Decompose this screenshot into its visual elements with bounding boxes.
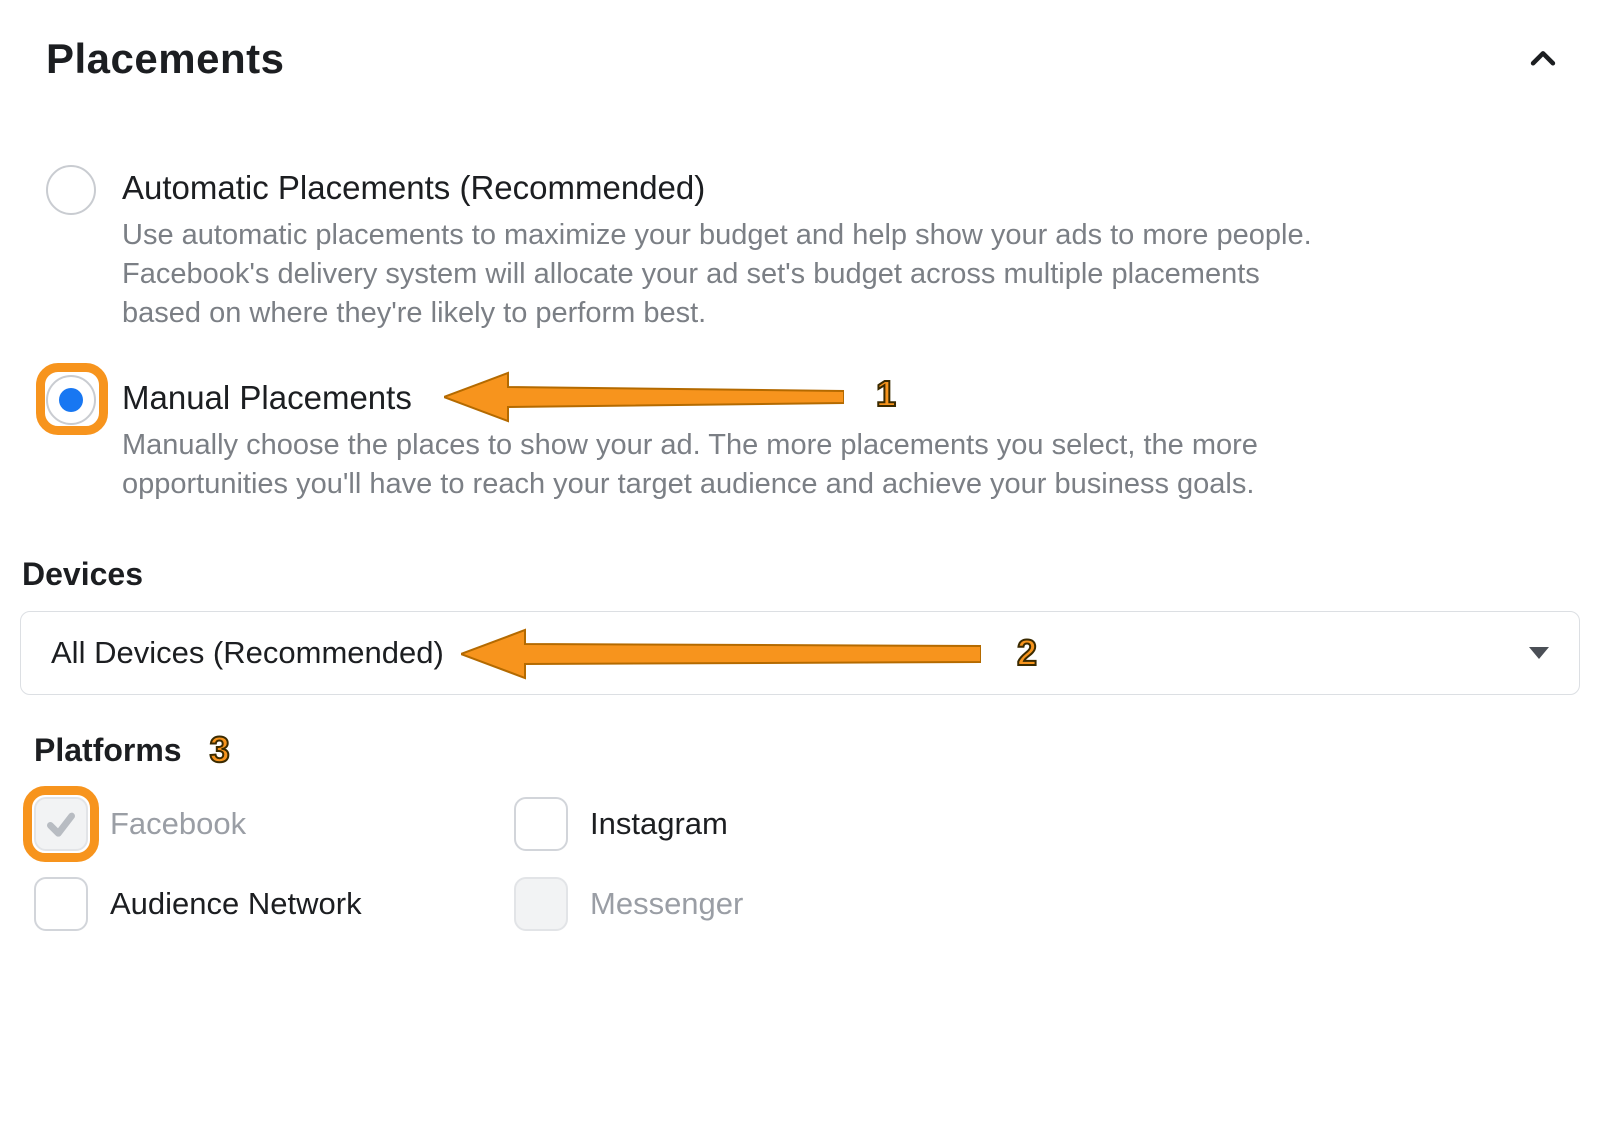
devices-dropdown[interactable]: All Devices (Recommended) 2 [20, 611, 1580, 695]
platform-messenger: Messenger [514, 877, 974, 931]
chevron-up-icon[interactable] [1526, 42, 1560, 76]
checkbox-messenger[interactable] [514, 877, 568, 931]
platform-label: Facebook [110, 806, 246, 842]
placements-section-header[interactable]: Placements [10, 25, 1590, 103]
platforms-heading: Platforms 3 [10, 695, 1590, 789]
devices-selected-value: All Devices (Recommended) [51, 635, 444, 671]
radio-button-icon[interactable] [46, 165, 96, 215]
platform-label: Instagram [590, 806, 728, 842]
checkbox-instagram[interactable] [514, 797, 568, 851]
platforms-grid: Facebook Instagram Audience Network Mess… [10, 789, 1590, 931]
platform-label: Messenger [590, 886, 743, 922]
placements-title: Placements [46, 35, 284, 83]
automatic-description: Use automatic placements to maximize you… [122, 216, 1322, 333]
annotation-arrow-2-icon [461, 624, 981, 684]
caret-down-icon [1529, 647, 1549, 659]
checkbox-audience-network[interactable] [34, 877, 88, 931]
check-icon [45, 808, 77, 840]
radio-selected-dot-icon [59, 388, 83, 412]
platform-audience-network: Audience Network [34, 877, 494, 931]
placement-options: Automatic Placements (Recommended) Use a… [10, 103, 1590, 504]
annotation-number-3: 3 [210, 729, 230, 771]
radio-button-icon[interactable] [46, 375, 96, 425]
platform-facebook: Facebook [34, 797, 494, 851]
radio-automatic-placements[interactable]: Automatic Placements (Recommended) Use a… [46, 163, 1554, 333]
automatic-title: Automatic Placements (Recommended) [122, 167, 1554, 210]
checkbox-facebook[interactable] [34, 797, 88, 851]
devices-heading: Devices [10, 516, 1590, 611]
platform-instagram: Instagram [514, 797, 974, 851]
platforms-heading-text: Platforms [34, 732, 182, 769]
manual-title: Manual Placements [122, 377, 1554, 420]
radio-manual-placements[interactable]: Manual Placements Manually choose the pl… [46, 373, 1554, 504]
platform-label: Audience Network [110, 886, 362, 922]
manual-description: Manually choose the places to show your … [122, 426, 1322, 504]
annotation-number-2: 2 [1017, 632, 1037, 674]
